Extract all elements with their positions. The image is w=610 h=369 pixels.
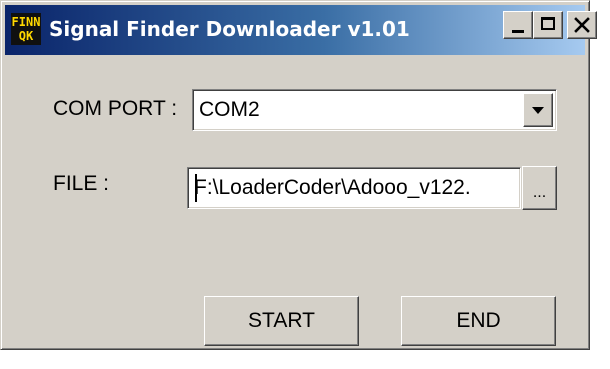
chevron-down-icon: [532, 107, 544, 114]
com-port-select[interactable]: COM2: [192, 89, 557, 131]
window-title: Signal Finder Downloader v1.01: [49, 17, 410, 41]
app-logo-text-bottom: QK: [18, 29, 34, 43]
start-button[interactable]: START: [204, 296, 359, 346]
close-button[interactable]: [567, 11, 597, 39]
app-logo-icon: FINN QK: [11, 13, 41, 45]
title-bar[interactable]: FINN QK Signal Finder Downloader v1.01: [5, 5, 585, 55]
maximize-button[interactable]: [533, 11, 563, 39]
com-port-label: COM PORT :: [53, 97, 178, 120]
close-icon: [574, 17, 590, 33]
file-label: FILE :: [53, 172, 110, 195]
end-button[interactable]: END: [401, 296, 556, 346]
text-caret: [195, 174, 197, 202]
minimize-icon: [512, 30, 524, 33]
browse-file-button[interactable]: ...: [522, 166, 557, 210]
maximize-icon: [541, 17, 555, 30]
file-path-input[interactable]: [187, 167, 521, 209]
com-port-value: COM2: [199, 98, 260, 121]
minimize-button[interactable]: [503, 11, 533, 39]
com-port-dropdown-button[interactable]: [523, 93, 553, 127]
app-logo-text-top: FINN: [11, 15, 41, 29]
app-window: FINN QK Signal Finder Downloader v1.01 C…: [0, 0, 597, 350]
